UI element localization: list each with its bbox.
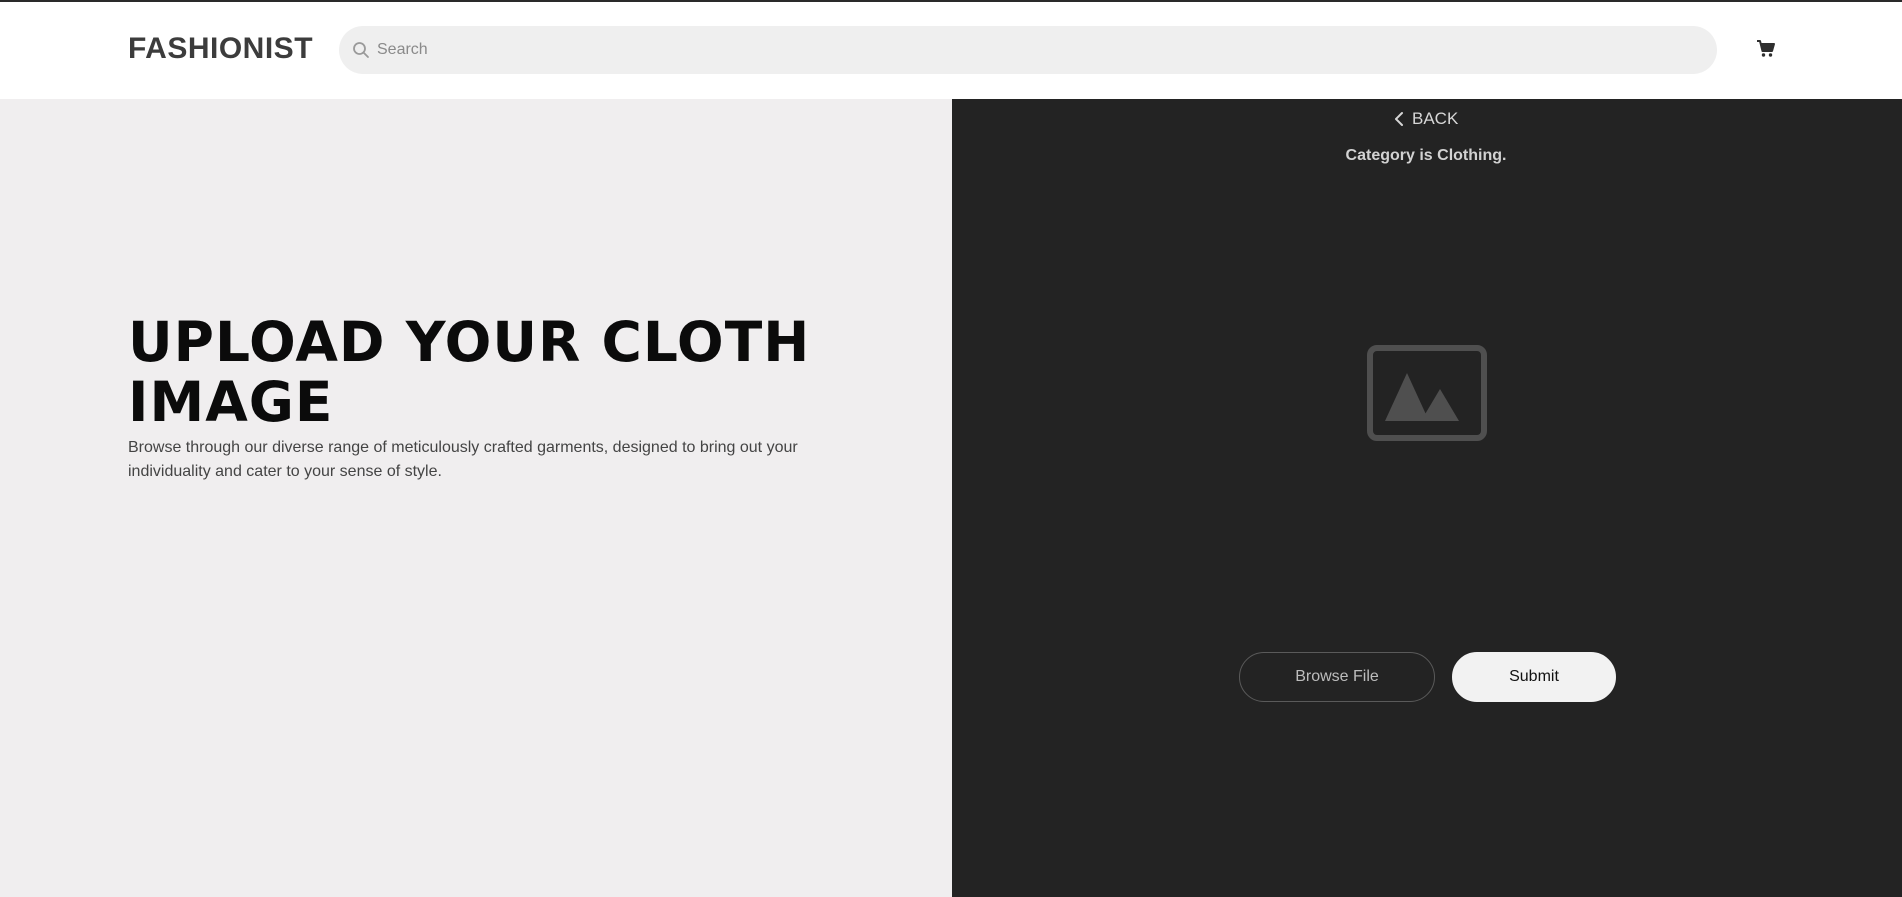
cart-icon[interactable] [1754, 36, 1778, 60]
chevron-left-icon [1395, 112, 1403, 126]
search-bar[interactable] [339, 26, 1717, 74]
category-text: Category is Clothing. [1345, 147, 1507, 164]
browse-file-button[interactable]: Browse File [1239, 652, 1435, 702]
search-input[interactable] [377, 26, 1697, 74]
site-header: FASHIONIST [0, 2, 1902, 99]
upload-panel [952, 99, 1902, 897]
submit-button[interactable]: Submit [1452, 652, 1616, 702]
hero-panel [0, 99, 952, 897]
hero-description: Browse through our diverse range of meti… [128, 439, 798, 480]
page-title: UPLOAD YOUR CLOTH IMAGE [128, 310, 811, 434]
back-link[interactable]: BACK [1394, 109, 1458, 129]
back-label: BACK [1412, 109, 1459, 128]
image-placeholder-icon[interactable] [1367, 345, 1487, 441]
brand-logo[interactable]: FASHIONIST [128, 32, 313, 66]
search-icon [353, 42, 369, 58]
